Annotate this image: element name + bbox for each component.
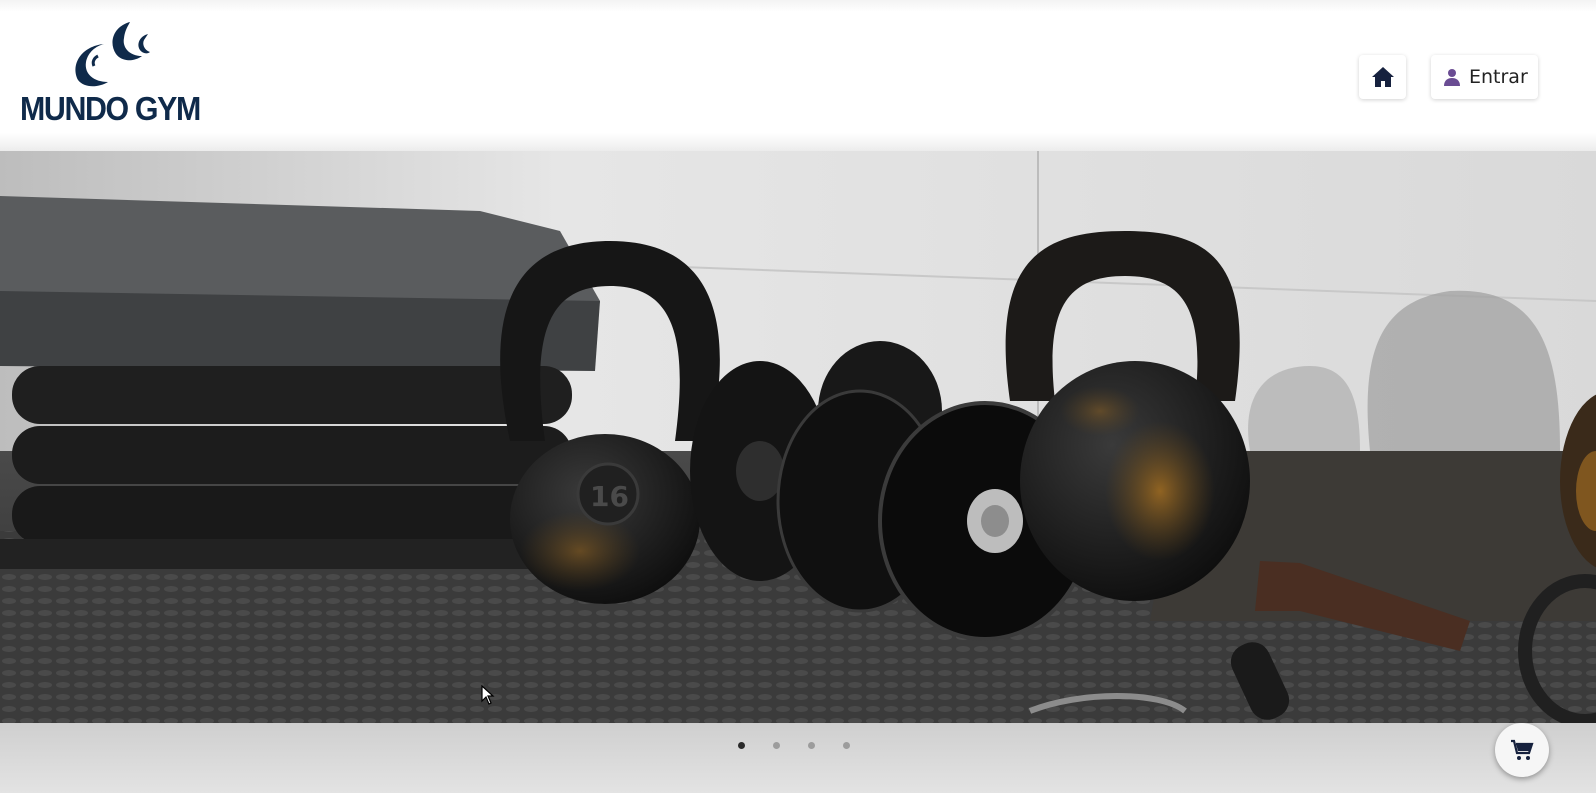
cart-button[interactable] bbox=[1495, 723, 1549, 777]
logo-moons-icon bbox=[75, 22, 150, 87]
home-icon bbox=[1371, 67, 1394, 87]
carousel-dot-1[interactable] bbox=[738, 742, 745, 749]
login-label: Entrar bbox=[1469, 66, 1528, 88]
carousel-dots bbox=[738, 742, 850, 749]
user-icon bbox=[1444, 69, 1460, 86]
mundo-gym-logo[interactable]: MUNDO GYM bbox=[20, 16, 201, 130]
kettlebell-weight-label: 16 bbox=[590, 480, 629, 513]
login-button[interactable]: Entrar bbox=[1431, 55, 1538, 99]
carousel-dot-4[interactable] bbox=[843, 742, 850, 749]
carousel-dot-2[interactable] bbox=[773, 742, 780, 749]
mouse-cursor-icon bbox=[481, 685, 495, 705]
hero-slide-image: 16 bbox=[0, 151, 1596, 723]
home-button[interactable] bbox=[1359, 55, 1406, 99]
carousel-indicator-bar bbox=[0, 723, 1596, 793]
brand-name: MUNDO GYM bbox=[20, 90, 201, 127]
cart-icon bbox=[1511, 739, 1534, 760]
site-header: MUNDO GYM Entrar bbox=[0, 0, 1596, 151]
hero-carousel[interactable]: 16 bbox=[0, 151, 1596, 723]
carousel-dot-3[interactable] bbox=[808, 742, 815, 749]
